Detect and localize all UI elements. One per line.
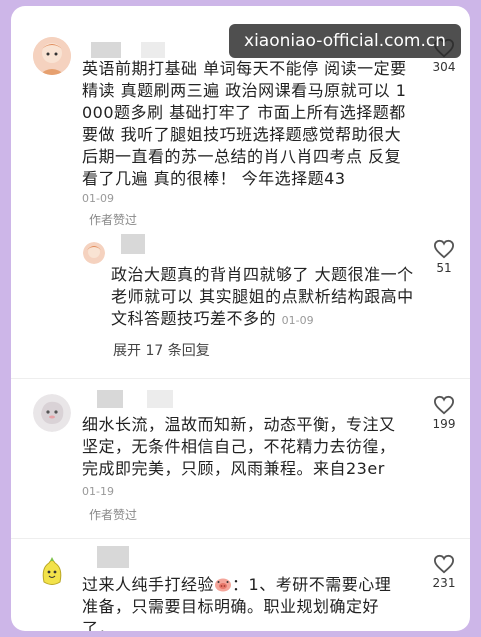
username-hidden: [147, 390, 173, 408]
avatar[interactable]: [33, 394, 71, 432]
reply-avatar[interactable]: [83, 242, 105, 264]
reply-date: 01-09: [281, 314, 314, 327]
heart-icon: [433, 554, 455, 574]
heart-icon: [433, 239, 455, 259]
avatar[interactable]: [33, 37, 71, 75]
avatar-image: [33, 554, 71, 592]
like-button[interactable]: 231: [424, 554, 464, 590]
like-button[interactable]: 51: [424, 239, 464, 275]
username-hidden: [121, 234, 145, 254]
comment-date: 01-19: [82, 485, 114, 498]
reply-text-body: 政治大题真的背肖四就够了 大题很准一个老师就可以 其实腿姐的点默析结构跟高中文科…: [111, 265, 414, 328]
username-hidden: [97, 546, 129, 568]
avatar-image: [83, 242, 105, 264]
username-hidden: [97, 390, 123, 408]
author-liked-tag: 作者赞过: [89, 508, 138, 522]
divider: [11, 378, 470, 379]
divider: [11, 538, 470, 539]
username-hidden: [91, 42, 121, 58]
like-count: 199: [432, 417, 456, 431]
like-count: 304: [432, 60, 456, 74]
comment-text: 细水长流，温故而知新，动态平衡，专注又坚定，无条件相信自己，不花精力去彷徨，完成…: [82, 415, 396, 478]
username-hidden: [141, 42, 165, 58]
avatar-image: [33, 394, 71, 432]
comment-text-start: 过来人纯手打经验: [82, 575, 215, 594]
like-count: 231: [432, 576, 456, 590]
like-button[interactable]: 199: [424, 395, 464, 431]
watermark: xiaoniao-official.com.cn: [229, 24, 461, 58]
comment-list: 英语前期打基础 单词每天不能停 阅读一定要精读 真题刷两三遍 政治网课看马原就可…: [11, 6, 470, 631]
avatar[interactable]: [33, 554, 71, 592]
comment-date: 01-09: [82, 192, 114, 205]
comment-text: 过来人纯手打经验 ：1、考研不需要心理准备，只需要目标明确。职业规划确定好了，: [82, 574, 400, 631]
author-liked-tag: 作者赞过: [89, 213, 138, 227]
comment-text: 英语前期打基础 单词每天不能停 阅读一定要精读 真题刷两三遍 政治网课看马原就可…: [82, 59, 407, 188]
reply-text: 政治大题真的背肖四就够了 大题很准一个老师就可以 其实腿姐的点默析结构跟高中文科…: [111, 264, 415, 332]
avatar-image: [33, 37, 71, 75]
like-count: 51: [436, 261, 452, 275]
emoji-icon: [214, 576, 232, 592]
expand-replies-link[interactable]: 展开 17 条回复: [113, 340, 210, 360]
heart-icon: [433, 395, 455, 415]
